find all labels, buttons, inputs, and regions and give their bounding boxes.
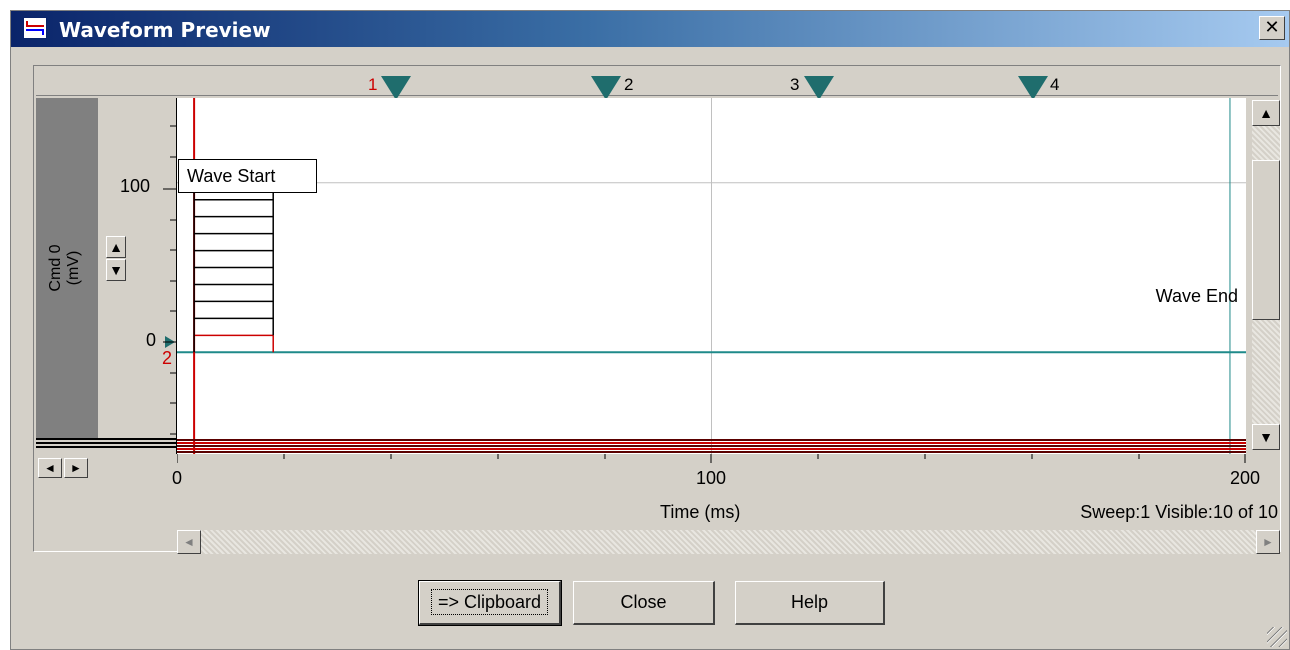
epoch-marker-1-icon[interactable]	[381, 76, 411, 100]
x-tick-0: 0	[172, 468, 183, 488]
y-axis-label: Cmd 0 (mV)	[47, 244, 82, 292]
pan-left-button[interactable]: ◄	[38, 458, 62, 478]
epoch-marker-ruler: 1 2 3 4	[36, 68, 1278, 100]
resize-grip-icon[interactable]	[1267, 627, 1287, 647]
x-tick-200: 200	[1230, 468, 1261, 488]
help-button[interactable]: Help	[735, 581, 885, 625]
epoch-label-4: 4	[1050, 75, 1060, 94]
scroll-down-button[interactable]: ▼	[1252, 424, 1280, 450]
waveform-plot-svg	[177, 98, 1246, 454]
epoch-marker-4-icon[interactable]	[1018, 76, 1048, 100]
scroll-left-button[interactable]: ◄	[177, 530, 201, 554]
waveform-preview-window: Waveform Preview ✕ 1 2 3 4 Cmd 0 (mV) ▲ …	[10, 10, 1290, 650]
epoch-marker-3-icon[interactable]	[804, 76, 834, 100]
y-tick-100: 100	[120, 176, 151, 196]
sweep-status-text: Sweep:1 Visible:10 of 10	[1080, 502, 1278, 522]
pan-right-button[interactable]: ►	[64, 458, 88, 478]
y-scale-down-button[interactable]: ▼	[106, 259, 126, 281]
wave-end-label: Wave End	[1155, 286, 1238, 306]
scroll-right-button[interactable]: ►	[1256, 530, 1280, 554]
epoch-label-2: 2	[624, 75, 634, 94]
clipboard-button[interactable]: => Clipboard	[418, 580, 562, 626]
window-title: Waveform Preview	[59, 18, 271, 42]
title-bar[interactable]: Waveform Preview ✕	[11, 11, 1289, 47]
x-tick-100: 100	[696, 468, 727, 488]
y-axis-ticks	[163, 125, 177, 435]
y-axis-band: Cmd 0 (mV)	[36, 98, 98, 438]
trace-overview-strip	[36, 436, 176, 454]
close-button[interactable]: Close	[573, 581, 715, 625]
vertical-scrollbar[interactable]: ▲ ▼	[1252, 100, 1280, 450]
vertical-scroll-thumb[interactable]	[1252, 160, 1280, 320]
horizontal-scrollbar[interactable]: ◄ ►	[177, 530, 1280, 554]
y-scale-up-button[interactable]: ▲	[106, 236, 126, 258]
scroll-up-button[interactable]: ▲	[1252, 100, 1280, 126]
x-axis-ticks	[177, 454, 1246, 463]
close-window-button[interactable]: ✕	[1259, 16, 1285, 40]
waveform-app-icon	[23, 17, 47, 39]
y-tick-0: 0	[146, 330, 157, 350]
waveform-panel: 1 2 3 4 Cmd 0 (mV) ▲ ▼ 100 0 2 Wave Star…	[33, 65, 1281, 554]
epoch-label-3: 3	[790, 75, 800, 94]
epoch-label-1: 1	[368, 75, 378, 94]
waveform-plot[interactable]	[177, 98, 1246, 454]
clipboard-button-label: => Clipboard	[430, 589, 549, 615]
wave-start-label: Wave Start	[178, 159, 317, 193]
epoch-marker-2-icon[interactable]	[591, 76, 621, 100]
x-axis-label: Time (ms)	[660, 502, 741, 522]
